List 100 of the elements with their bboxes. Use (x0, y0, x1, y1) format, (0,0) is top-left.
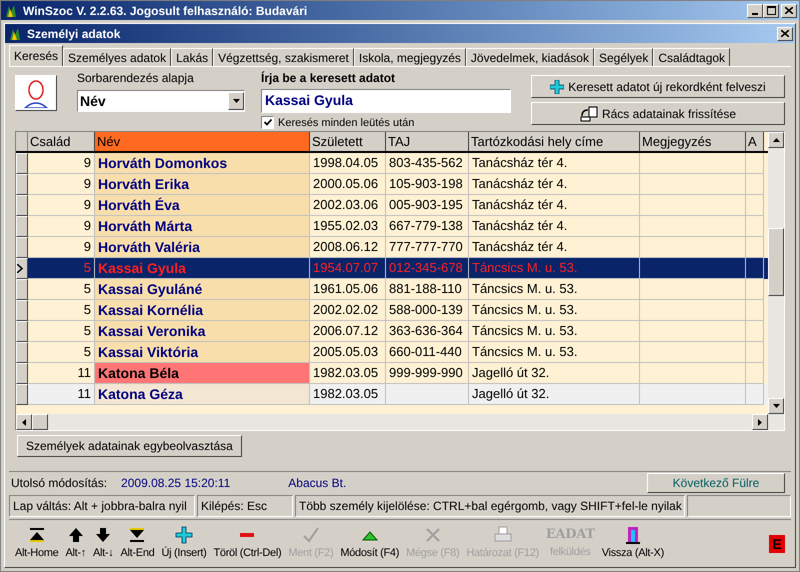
check-icon (264, 119, 272, 126)
table-cell: Horváth Éva (95, 195, 310, 216)
row-header[interactable] (16, 300, 28, 321)
table-cell: 363-636-364 (389, 323, 463, 338)
toolbar-button[interactable]: Új (Insert) (159, 525, 208, 562)
toolbar-button[interactable]: Alt-↓ (90, 525, 116, 562)
status-bar-panel: Több személy kijelölése: CTRL+bal egérgomb, vagy SHIFT+fel-le nyilak (295, 495, 685, 517)
table-cell: Jagelló út 32. (469, 384, 640, 405)
dropdown-arrow-icon (232, 99, 240, 103)
child-window-title: Személyi adatok (27, 26, 120, 42)
last-modified-label: Utolsó módosítás: (11, 474, 108, 492)
row-header[interactable] (16, 363, 28, 384)
column-header[interactable]: Tartózkodási hely címe (469, 132, 640, 151)
maximize-button[interactable] (763, 4, 779, 18)
tab[interactable]: Segélyek (594, 48, 654, 66)
toolbar-button[interactable]: Töröl (Ctrl-Del) (211, 525, 284, 562)
checkbox[interactable] (261, 116, 274, 130)
row-header[interactable] (16, 216, 28, 237)
next-tab-button[interactable]: Következő Fülre (647, 472, 785, 492)
row-header[interactable] (16, 174, 28, 195)
maximize-icon (766, 6, 776, 14)
vertical-scrollbar[interactable] (768, 132, 784, 414)
minimize-icon (752, 12, 758, 14)
table-cell: 012-345-678 (389, 260, 463, 275)
close-icon (785, 7, 793, 14)
refresh-icon (580, 106, 598, 122)
row-header[interactable] (16, 384, 28, 405)
table-cell: Kassai Viktória (95, 342, 310, 363)
row-header[interactable] (16, 195, 28, 216)
toolbar-button[interactable]: Alt-↑ (63, 525, 88, 562)
tab[interactable]: Végzettség, szakismeret (213, 48, 354, 66)
scrollbar-thumb[interactable] (32, 414, 48, 430)
column-header[interactable]: Megjegyzés (640, 132, 746, 151)
tab[interactable]: Lakás (171, 48, 214, 66)
close-button[interactable] (781, 4, 797, 18)
status-bar-panel: Lap váltás: Alt + jobbra-balra nyil (9, 495, 195, 517)
scroll-down-icon (772, 404, 780, 408)
row-header[interactable] (16, 153, 28, 174)
checkbox-label: Keresés minden leütés után (278, 116, 414, 130)
table-cell: 777-777-770 (389, 239, 463, 254)
tab[interactable]: Személyes adatok (63, 48, 172, 66)
status-indicator: E (769, 534, 785, 552)
scroll-up-icon (772, 138, 780, 142)
tab[interactable]: Keresés (9, 45, 64, 66)
horizontal-scrollbar[interactable] (16, 414, 784, 430)
refresh-grid-button[interactable]: Rács adatainak frissítése (531, 102, 785, 125)
add-record-button[interactable]: Keresett adatot új rekordként felveszi (531, 75, 785, 98)
table-cell: Katona Béla (95, 363, 310, 384)
table-row[interactable]: 11 Katona Géza 1982.03.05 Jagelló út 32. (16, 384, 768, 405)
table-cell: Katona Géza (95, 384, 310, 405)
row-header[interactable] (16, 258, 28, 279)
table-cell: 660-011-440 (389, 344, 462, 359)
table-cell: Kassai Veronika (95, 321, 310, 342)
table-cell: 588-000-139 (389, 302, 463, 317)
app-icon (7, 26, 23, 42)
table-cell: Kassai Gyula (95, 258, 310, 279)
window-title: WinSzoc V. 2.2.63. Jogosult felhasználó: Budavári (23, 2, 308, 20)
close-icon (781, 30, 789, 37)
scrollbar-thumb[interactable] (768, 228, 784, 296)
toolbar-button[interactable]: Alt-Home (13, 525, 60, 562)
status-bar-panel: Kilépés: Esc (197, 495, 293, 517)
company-name: Abacus Bt. (288, 474, 346, 492)
sort-label: Sorbarendezés alapja (77, 70, 195, 87)
table-row[interactable]: 5 Kassai Gyula 1954.07.07 012-345-678 Táncsics M. u. 53. (16, 258, 768, 279)
person-icon (21, 78, 51, 108)
table-cell: Kassai Kornélia (95, 300, 310, 321)
table-cell: Kassai Gyuláné (95, 279, 310, 300)
timestamp: 2009.08.25 15:20:11 (121, 474, 230, 492)
column-header[interactable]: Család (28, 132, 95, 151)
sort-dropdown[interactable]: Név (77, 90, 245, 112)
toolbar-button[interactable]: Módosít (F4) (338, 525, 402, 562)
tab[interactable]: Iskola, megjegyzés (354, 48, 466, 66)
toolbar-button[interactable]: Alt-End (118, 525, 156, 562)
row-header[interactable] (16, 279, 28, 300)
toolbar-button[interactable]: Vissza (Alt-X) (600, 525, 666, 562)
table-cell: Horváth Márta (95, 216, 310, 237)
scroll-left-icon (22, 418, 26, 426)
table-cell: 803-435-562 (389, 155, 463, 170)
scroll-right-icon (758, 418, 762, 426)
column-header[interactable]: TAJ (386, 132, 469, 151)
tab[interactable]: Családtagok (653, 48, 730, 66)
row-header[interactable] (16, 321, 28, 342)
check-icon (300, 525, 321, 546)
merge-button[interactable]: Személyek adatainak egybeolvasztása (17, 435, 242, 457)
plus-icon (550, 80, 564, 94)
row-header[interactable] (16, 342, 28, 363)
minimize-button[interactable] (747, 4, 763, 18)
close-button[interactable] (777, 26, 793, 40)
table-cell: Horváth Valéria (95, 237, 310, 258)
table-cell: Horváth Erika (95, 174, 310, 195)
tab[interactable]: Jövedelmek, kiadások (466, 48, 594, 66)
column-header[interactable]: A (746, 132, 764, 151)
table-cell: 1982.03.05 (310, 384, 386, 405)
table-cell: 105-903-198 (389, 176, 463, 191)
row-header[interactable] (16, 237, 28, 258)
column-header[interactable]: Név (95, 132, 310, 151)
search-field[interactable]: Kassai Gyula (261, 89, 511, 112)
table-cell: 881-188-110 (389, 281, 462, 296)
app-icon (3, 2, 19, 18)
column-header[interactable]: Született (310, 132, 386, 151)
